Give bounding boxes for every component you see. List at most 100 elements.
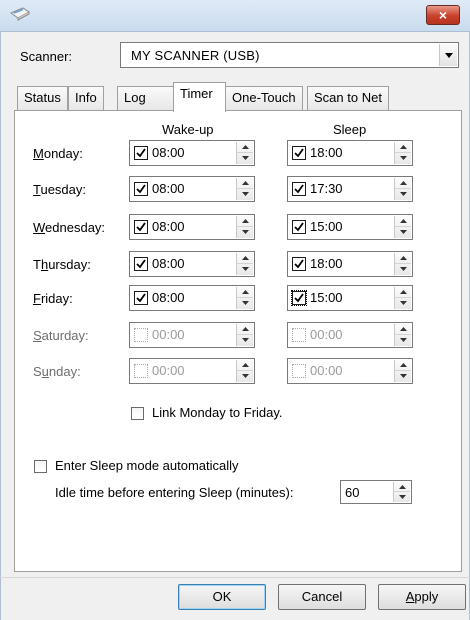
wake-enable-checkbox[interactable] — [134, 182, 148, 196]
sleep-time-spinner[interactable]: 15:00 — [287, 214, 413, 240]
wake-enable-checkbox[interactable] — [134, 257, 148, 271]
sleep-enable-checkbox[interactable] — [292, 220, 306, 234]
wake-increment-button[interactable] — [237, 253, 253, 264]
scanner-select[interactable]: MY SCANNER (USB) — [120, 42, 459, 68]
sleep-time-value: 00:00 — [310, 363, 343, 378]
sleep-decrement-button[interactable] — [395, 189, 411, 200]
sleep-enable-checkbox[interactable] — [292, 182, 306, 196]
wake-decrement-button[interactable] — [237, 264, 253, 275]
wake-time-spinner[interactable]: 00:00 — [129, 358, 255, 384]
sleep-time-value: 18:00 — [310, 256, 343, 271]
tab-scan-to-net[interactable]: Scan to Net — [307, 86, 389, 110]
arrow-down-icon — [400, 338, 407, 342]
wake-increment-button[interactable] — [237, 216, 253, 227]
arrow-down-icon — [242, 301, 249, 305]
arrow-up-icon — [400, 256, 407, 260]
arrow-up-icon — [242, 181, 249, 185]
wake-enable-checkbox[interactable] — [134, 364, 148, 378]
sleep-increment-button[interactable] — [395, 178, 411, 189]
cancel-button[interactable]: Cancel — [278, 584, 366, 610]
arrow-up-icon — [400, 219, 407, 223]
arrow-up-icon — [242, 219, 249, 223]
wake-increment-button[interactable] — [237, 287, 253, 298]
wake-time-spinner[interactable]: 08:00 — [129, 285, 255, 311]
wake-increment-button[interactable] — [237, 142, 253, 153]
wake-decrement-button[interactable] — [237, 189, 253, 200]
tab-info[interactable]: Info — [68, 86, 104, 110]
sleep-enable-checkbox[interactable] — [292, 328, 306, 342]
tab-one-touch[interactable]: One-Touch — [225, 86, 303, 110]
sleep-time-spinner[interactable]: 00:00 — [287, 358, 413, 384]
sleep-decrement-button[interactable] — [395, 227, 411, 238]
wake-time-spinner[interactable]: 08:00 — [129, 214, 255, 240]
wake-enable-checkbox[interactable] — [134, 328, 148, 342]
wake-decrement-button[interactable] — [237, 371, 253, 382]
wake-enable-checkbox[interactable] — [134, 146, 148, 160]
apply-button[interactable]: Apply — [378, 584, 466, 610]
idle-time-spinner[interactable]: 60 — [340, 480, 412, 504]
sleep-decrement-button[interactable] — [395, 153, 411, 164]
tab-timer[interactable]: Timer — [173, 82, 226, 112]
link-weekdays-label: Link Monday to Friday. — [152, 405, 283, 420]
sleep-increment-button[interactable] — [395, 216, 411, 227]
day-label: Tuesday: — [33, 182, 87, 197]
wake-decrement-button[interactable] — [237, 298, 253, 309]
wake-enable-checkbox[interactable] — [134, 220, 148, 234]
ok-button[interactable]: OK — [178, 584, 266, 610]
arrow-down-icon — [400, 230, 407, 234]
sleep-decrement-button[interactable] — [395, 264, 411, 275]
arrow-down-icon — [400, 374, 407, 378]
sleep-enable-checkbox[interactable] — [291, 290, 307, 306]
wake-decrement-button[interactable] — [237, 153, 253, 164]
sleep-decrement-button[interactable] — [395, 335, 411, 346]
sleep-enable-checkbox[interactable] — [292, 364, 306, 378]
wake-increment-button[interactable] — [237, 178, 253, 189]
sleep-time-spinner[interactable]: 17:30 — [287, 176, 413, 202]
wake-increment-button[interactable] — [237, 324, 253, 335]
idle-increment-button[interactable] — [394, 482, 410, 492]
arrow-down-icon — [242, 374, 249, 378]
chevron-down-icon — [445, 53, 453, 58]
link-weekdays-checkbox[interactable] — [131, 407, 144, 420]
sleep-time-value: 18:00 — [310, 145, 343, 160]
wake-enable-checkbox[interactable] — [134, 291, 148, 305]
day-label: Wednesday: — [33, 220, 106, 235]
wake-time-value: 00:00 — [152, 363, 185, 378]
tab-log[interactable]: Log — [117, 86, 174, 110]
wake-time-value: 08:00 — [152, 219, 185, 234]
arrow-up-icon — [242, 256, 249, 260]
sleep-increment-button[interactable] — [395, 142, 411, 153]
close-button[interactable]: × — [426, 5, 460, 25]
auto-sleep-checkbox[interactable] — [34, 460, 47, 473]
sleep-increment-button[interactable] — [395, 360, 411, 371]
sleep-time-spinner[interactable]: 18:00 — [287, 140, 413, 166]
sleep-decrement-button[interactable] — [395, 371, 411, 382]
sleep-time-spinner[interactable]: 18:00 — [287, 251, 413, 277]
wake-time-value: 08:00 — [152, 290, 185, 305]
idle-decrement-button[interactable] — [394, 492, 410, 502]
day-label: Thursday: — [33, 257, 91, 272]
wake-decrement-button[interactable] — [237, 227, 253, 238]
arrow-up-icon — [400, 181, 407, 185]
sleep-enable-checkbox[interactable] — [292, 146, 306, 160]
wake-increment-button[interactable] — [237, 360, 253, 371]
arrow-up-icon — [242, 145, 249, 149]
tab-status[interactable]: Status — [17, 86, 68, 110]
sleep-increment-button[interactable] — [395, 287, 411, 298]
wake-decrement-button[interactable] — [237, 335, 253, 346]
sleep-increment-button[interactable] — [395, 253, 411, 264]
wake-time-spinner[interactable]: 08:00 — [129, 176, 255, 202]
wake-time-spinner[interactable]: 08:00 — [129, 140, 255, 166]
arrow-down-icon — [400, 156, 407, 160]
sleep-decrement-button[interactable] — [395, 298, 411, 309]
sleep-time-spinner[interactable]: 00:00 — [287, 322, 413, 348]
arrow-down-icon — [242, 230, 249, 234]
sleep-enable-checkbox[interactable] — [292, 257, 306, 271]
wake-time-spinner[interactable]: 08:00 — [129, 251, 255, 277]
dropdown-button[interactable] — [439, 44, 457, 66]
arrow-up-icon — [400, 290, 407, 294]
sleep-time-spinner[interactable]: 15:00 — [287, 285, 413, 311]
arrow-up-icon — [399, 485, 406, 489]
wake-time-spinner[interactable]: 00:00 — [129, 322, 255, 348]
sleep-increment-button[interactable] — [395, 324, 411, 335]
